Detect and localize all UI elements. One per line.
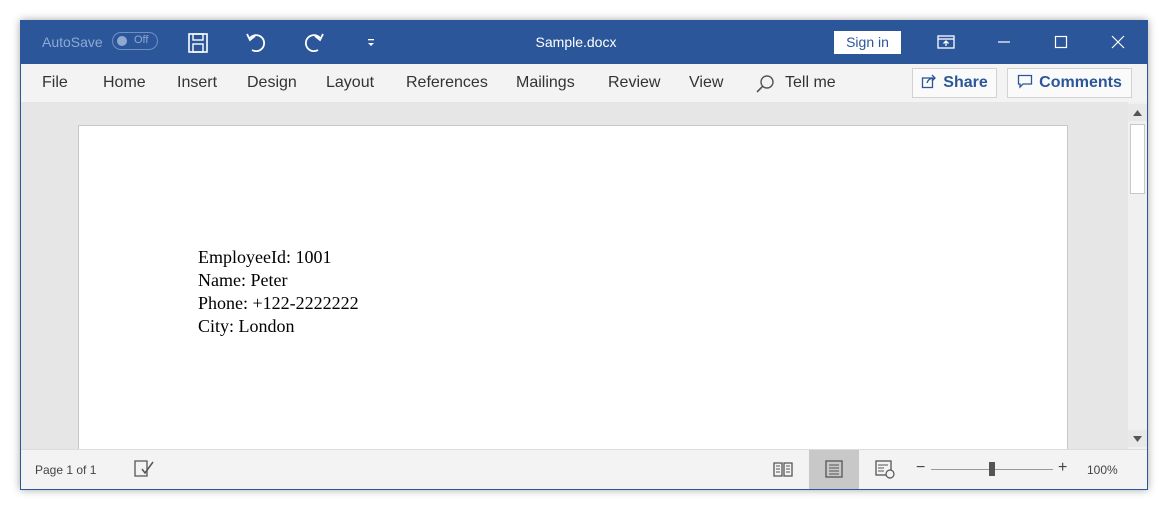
toggle-knob — [117, 36, 127, 46]
sign-in-button[interactable]: Sign in — [834, 31, 901, 54]
comments-label: Comments — [1039, 74, 1122, 91]
scroll-up-icon[interactable] — [1128, 104, 1147, 121]
tab-layout[interactable]: Layout — [326, 74, 374, 92]
redo-icon[interactable] — [301, 30, 327, 56]
vertical-scrollbar[interactable] — [1128, 102, 1147, 449]
read-mode-icon[interactable] — [772, 459, 794, 479]
ribbon-tabs: File Home Insert Design Layout Reference… — [21, 64, 1147, 102]
customize-qat-icon[interactable] — [358, 30, 384, 56]
share-label: Share — [943, 74, 988, 91]
document-page[interactable]: EmployeeId: 1001 Name: Peter Phone: +122… — [78, 125, 1068, 449]
zoom-slider-thumb[interactable] — [989, 462, 995, 476]
tab-view[interactable]: View — [689, 74, 723, 92]
close-icon[interactable] — [1103, 29, 1133, 55]
scroll-down-icon[interactable] — [1128, 430, 1147, 447]
web-layout-icon[interactable] — [874, 459, 896, 479]
maximize-icon[interactable] — [1046, 29, 1076, 55]
zoom-out-button[interactable]: − — [916, 459, 925, 477]
document-line: EmployeeId: 1001 — [198, 247, 332, 267]
share-icon — [921, 73, 937, 94]
tab-home[interactable]: Home — [103, 74, 146, 92]
proofing-icon[interactable] — [133, 459, 155, 479]
share-button[interactable]: Share — [912, 68, 997, 98]
ribbon-display-options-icon[interactable] — [931, 29, 961, 55]
word-window: AutoSave Off Sample.docx Sign in File Ho… — [20, 20, 1148, 490]
page-number-indicator[interactable]: Page 1 of 1 — [35, 463, 96, 477]
tab-insert[interactable]: Insert — [177, 74, 217, 92]
document-line: City: London — [198, 316, 295, 336]
autosave-label: AutoSave — [42, 34, 103, 50]
tab-file[interactable]: File — [42, 74, 68, 92]
autosave-state: Off — [134, 34, 149, 46]
zoom-level[interactable]: 100% — [1087, 463, 1118, 477]
save-icon[interactable] — [185, 30, 211, 56]
tab-review[interactable]: Review — [608, 74, 660, 92]
lightbulb-search-icon — [755, 73, 777, 95]
autosave-toggle[interactable]: Off — [112, 32, 158, 50]
scroll-thumb[interactable] — [1130, 124, 1145, 194]
undo-icon[interactable] — [243, 30, 269, 56]
document-body[interactable]: EmployeeId: 1001 Name: Peter Phone: +122… — [198, 246, 359, 338]
document-line: Phone: +122-2222222 — [198, 293, 359, 313]
comment-icon — [1017, 73, 1033, 94]
tab-design[interactable]: Design — [247, 74, 297, 92]
tab-references[interactable]: References — [406, 74, 488, 92]
print-layout-icon[interactable] — [823, 459, 845, 479]
document-line: Name: Peter — [198, 270, 288, 290]
comments-button[interactable]: Comments — [1007, 68, 1132, 98]
tab-mailings[interactable]: Mailings — [516, 74, 575, 92]
zoom-in-button[interactable]: + — [1058, 459, 1067, 477]
status-bar: Page 1 of 1 − + 100% — [21, 449, 1147, 489]
tell-me-search[interactable]: Tell me — [785, 74, 836, 92]
title-bar: AutoSave Off Sample.docx Sign in — [21, 21, 1147, 64]
minimize-icon[interactable] — [989, 29, 1019, 55]
document-canvas[interactable]: EmployeeId: 1001 Name: Peter Phone: +122… — [21, 102, 1128, 449]
